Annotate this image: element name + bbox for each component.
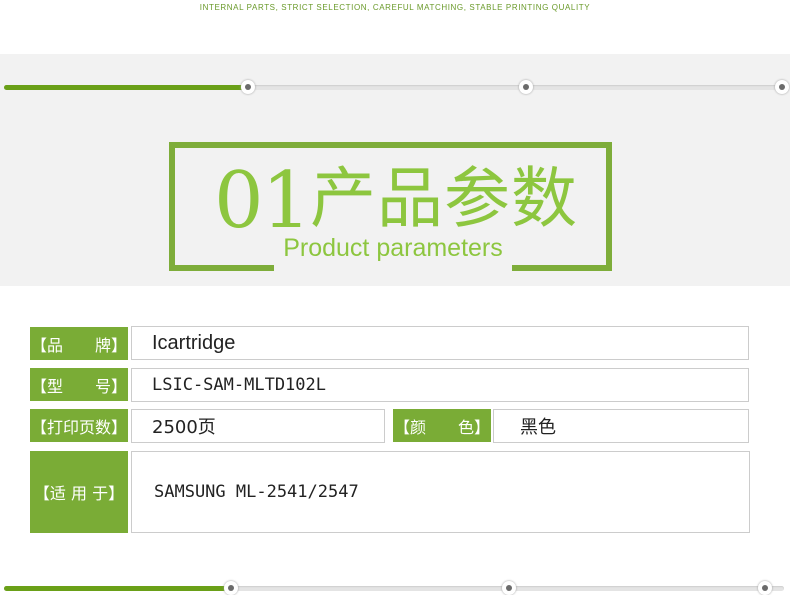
color-label: 【颜 色】 [393,409,491,442]
step-3-knob[interactable] [775,80,789,94]
color-value: 黑色 [493,409,749,443]
frame-gap [274,264,512,274]
brand-value: Icartridge [131,326,749,360]
top-progress-fill [4,85,247,90]
step-1-knob[interactable] [241,80,255,94]
header-tagline: INTERNAL PARTS, STRICT SELECTION, CAREFU… [199,3,591,12]
bottom-step-3-knob[interactable] [758,581,772,595]
bottom-step-1-knob[interactable] [224,581,238,595]
pages-label: 【打印页数】 [30,409,128,442]
model-value: LSIC-SAM-MLTD102L [131,368,749,402]
bottom-progress-fill [4,586,226,591]
pages-value: 2500页 [131,409,385,443]
section-title-en: Product parameters [283,234,503,262]
bottom-step-2-knob[interactable] [502,581,516,595]
brand-label: 【品 牌】 [30,327,128,360]
step-2-knob[interactable] [519,80,533,94]
section-number: 01 [214,156,311,246]
section-title-cn: 产品参数 [310,160,578,237]
compat-value: SAMSUNG ML-2541/2547 [131,451,750,533]
compat-label: 【适 用 于】 [30,451,128,533]
model-label: 【型 号】 [30,368,128,401]
